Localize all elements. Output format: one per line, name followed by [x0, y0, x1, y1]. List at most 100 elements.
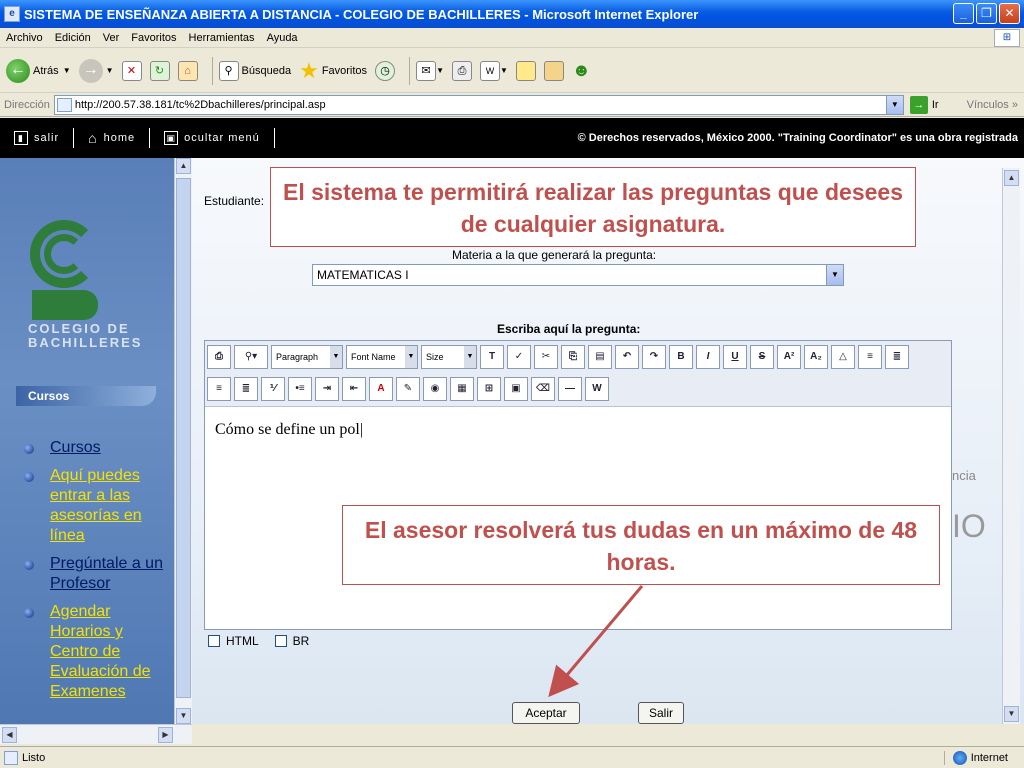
- bullet-list-icon[interactable]: •≡: [288, 377, 312, 401]
- sidebar-horizontal-scrollbar[interactable]: ◀ ▶: [0, 724, 192, 744]
- left-sidebar: COLEGIO DE BACHILLERES Cursos Cursos Aqu…: [0, 158, 174, 724]
- history-button[interactable]: ◷: [375, 60, 396, 81]
- font-color-icon[interactable]: A: [369, 377, 393, 401]
- question-text: Cómo se define un pol: [215, 421, 360, 438]
- sidebar-item-agendar[interactable]: Agendar Horarios y Centro de Evaluación …: [24, 602, 172, 702]
- edit-dropdown-icon[interactable]: ▼: [500, 66, 508, 75]
- home-button[interactable]: ⌂: [177, 60, 198, 81]
- highlight-icon[interactable]: ✎: [396, 377, 420, 401]
- mail-dropdown-icon[interactable]: ▼: [436, 66, 444, 75]
- ocultar-menu-link[interactable]: ▣ ocultar menú: [150, 131, 274, 145]
- size-label: Size: [426, 352, 444, 362]
- chevron-down-icon[interactable]: ▼: [826, 265, 843, 285]
- home-link[interactable]: ⌂ home: [74, 130, 149, 146]
- numbered-list-icon[interactable]: ⅟: [261, 377, 285, 401]
- aceptar-button[interactable]: Aceptar: [512, 702, 580, 724]
- bullet-icon: [24, 560, 34, 570]
- scroll-left-icon[interactable]: ◀: [2, 727, 17, 743]
- cut-icon[interactable]: ✂: [534, 345, 558, 369]
- zoom-icon[interactable]: ⚲▾: [234, 345, 268, 369]
- menu-favoritos[interactable]: Favoritos: [131, 32, 176, 44]
- research-button[interactable]: [543, 60, 564, 81]
- copy-icon[interactable]: ⎘: [561, 345, 585, 369]
- search-button[interactable]: ⚲ Búsqueda: [218, 60, 291, 81]
- menu-herramientas[interactable]: Herramientas: [189, 32, 255, 44]
- align-right-icon[interactable]: ≡: [207, 377, 231, 401]
- materia-select[interactable]: MATEMATICAS I ▼: [312, 264, 844, 286]
- discuss-button[interactable]: [515, 60, 536, 81]
- table-props-icon[interactable]: ⊞: [477, 377, 501, 401]
- cell-icon[interactable]: ▣: [504, 377, 528, 401]
- scroll-up-icon[interactable]: ▲: [1004, 170, 1019, 186]
- forward-button[interactable]: → ▼: [78, 58, 114, 83]
- main-scrollbar[interactable]: ▲ ▼: [1002, 168, 1020, 724]
- logo-b-block: [32, 290, 98, 320]
- subscript-icon[interactable]: A₂: [804, 345, 828, 369]
- print-icon[interactable]: ⎙: [207, 345, 231, 369]
- strikethrough-icon[interactable]: S: [750, 345, 774, 369]
- star-icon: ★: [299, 57, 319, 83]
- back-dropdown-icon[interactable]: ▼: [63, 66, 71, 75]
- menu-ayuda[interactable]: Ayuda: [267, 32, 298, 44]
- text-icon[interactable]: T: [480, 345, 504, 369]
- br-checkbox[interactable]: BR: [274, 634, 309, 648]
- menu-archivo[interactable]: Archivo: [6, 32, 43, 44]
- html-checkbox[interactable]: HTML: [208, 634, 259, 648]
- scroll-down-icon[interactable]: ▼: [176, 708, 191, 724]
- close-button[interactable]: ✕: [999, 3, 1020, 24]
- mail-button[interactable]: ✉ ▼: [416, 60, 444, 81]
- forward-dropdown-icon[interactable]: ▼: [106, 66, 114, 75]
- align-center-icon[interactable]: ≣: [885, 345, 909, 369]
- bell-icon[interactable]: △: [831, 345, 855, 369]
- address-dropdown-icon[interactable]: ▼: [885, 95, 903, 114]
- minimize-button[interactable]: _: [953, 3, 974, 24]
- messenger-button[interactable]: ☻: [572, 60, 591, 81]
- indent-icon[interactable]: ⇥: [315, 377, 339, 401]
- sidebar-item-cursos[interactable]: Cursos: [24, 438, 172, 458]
- outdent-icon[interactable]: ⇤: [342, 377, 366, 401]
- sidebar-item-asesorias[interactable]: Aquí puedes entrar a las asesorías en lí…: [24, 466, 172, 546]
- justify-icon[interactable]: ≣: [234, 377, 258, 401]
- refresh-button[interactable]: ↻: [149, 60, 170, 81]
- size-select[interactable]: Size ▼: [421, 345, 477, 369]
- underline-icon[interactable]: U: [723, 345, 747, 369]
- favorites-button[interactable]: ★ Favoritos: [299, 58, 367, 84]
- sidebar-item-preguntale[interactable]: Pregúntale a un Profesor: [24, 554, 172, 594]
- editor-toolbar-row-2: ≡ ≣ ⅟ •≡ ⇥ ⇤ A ✎ ◉ ▦ ⊞ ▣ ⌫ — W: [207, 377, 609, 401]
- menu-edicion[interactable]: Edición: [55, 32, 91, 44]
- paragraph-select[interactable]: Paragraph ▼: [271, 345, 343, 369]
- stop-button[interactable]: ✕: [121, 60, 142, 81]
- italic-icon[interactable]: I: [696, 345, 720, 369]
- scroll-down-icon[interactable]: ▼: [1004, 706, 1019, 722]
- undo-icon[interactable]: ↶: [615, 345, 639, 369]
- redo-icon[interactable]: ↷: [642, 345, 666, 369]
- eraser-icon[interactable]: ⌫: [531, 377, 555, 401]
- font-name-select[interactable]: Font Name ▼: [346, 345, 418, 369]
- scroll-up-icon[interactable]: ▲: [176, 158, 191, 174]
- exit-door-icon: ▮: [14, 131, 28, 145]
- word-icon[interactable]: W: [585, 377, 609, 401]
- check-icon[interactable]: ✓: [507, 345, 531, 369]
- address-input[interactable]: http://200.57.38.181/tc%2Dbachilleres/pr…: [53, 94, 904, 115]
- horizontal-rule-icon[interactable]: —: [558, 377, 582, 401]
- salir-button[interactable]: Salir: [638, 702, 684, 724]
- paste-icon[interactable]: ▤: [588, 345, 612, 369]
- superscript-icon[interactable]: A²: [777, 345, 801, 369]
- align-left-icon[interactable]: ≡: [858, 345, 882, 369]
- menu-ver[interactable]: Ver: [103, 32, 120, 44]
- question-textarea[interactable]: Cómo se define un pol|: [205, 407, 951, 453]
- scroll-thumb[interactable]: [176, 178, 191, 698]
- image-icon[interactable]: ◉: [423, 377, 447, 401]
- table-icon[interactable]: ▦: [450, 377, 474, 401]
- print-icon: ⎙: [451, 60, 472, 81]
- go-button[interactable]: → Ir: [909, 95, 939, 114]
- bold-icon[interactable]: B: [669, 345, 693, 369]
- salir-link[interactable]: ▮ salir: [0, 131, 73, 145]
- print-button[interactable]: ⎙: [451, 60, 472, 81]
- back-button[interactable]: ← Atrás ▼: [6, 58, 71, 83]
- scroll-right-icon[interactable]: ▶: [158, 727, 173, 743]
- maximize-button[interactable]: ❐: [976, 3, 997, 24]
- sidebar-scrollbar[interactable]: ▲ ▼: [174, 158, 192, 724]
- edit-button[interactable]: W ▼: [479, 60, 508, 81]
- links-button[interactable]: Vínculos »: [967, 99, 1018, 111]
